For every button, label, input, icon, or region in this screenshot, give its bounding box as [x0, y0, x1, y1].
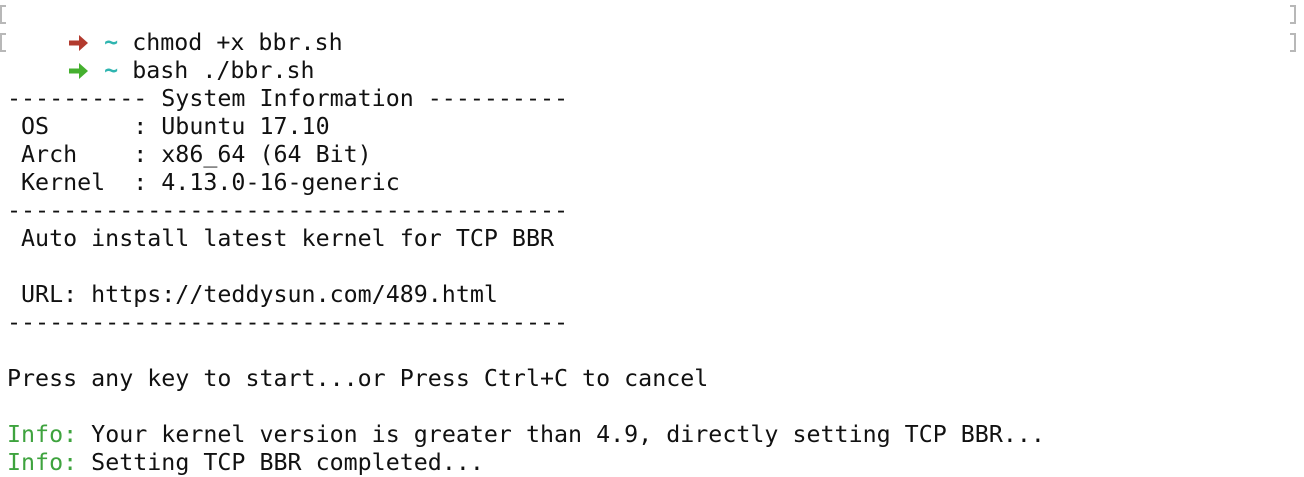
prompt-line-2: ~ bash ./bbr.sh [7, 29, 315, 84]
auto-install-line: Auto install latest kernel for TCP BBR [7, 225, 555, 252]
info-text: Setting TCP BBR completed... [77, 449, 484, 476]
mark-bracket-left [0, 5, 6, 24]
info-line-2: Info: Setting TCP BBR completed... [7, 449, 484, 477]
url-line: URL: https://teddysun.com/489.html [7, 281, 498, 308]
separator-line: ---------------------------------------- [7, 309, 569, 336]
info-text: Your kernel version is greater than 4.9,… [77, 421, 1045, 448]
prompt-tilde: ~ [104, 57, 119, 84]
info-line-1: Info: Your kernel version is greater tha… [7, 421, 1045, 449]
press-key-line: Press any key to start...or Press Ctrl+C… [7, 365, 709, 392]
mark-bracket-right [1290, 33, 1296, 52]
terminal-window[interactable]: ~ chmod +x bbr.sh ~ bash ./bbr.sh ------… [0, 0, 1304, 476]
separator-line: ---------------------------------------- [7, 197, 569, 224]
sysinfo-header: ---------- System Information ---------- [7, 85, 569, 112]
kernel-line: Kernel : 4.13.0-16-generic [7, 169, 400, 196]
info-label: Info: [7, 421, 78, 448]
info-label: Info: [7, 449, 78, 476]
prompt-arrow-green-icon [69, 63, 89, 79]
mark-bracket-left [0, 33, 6, 52]
os-line: OS : Ubuntu 17.10 [7, 113, 330, 140]
mark-bracket-right [1290, 5, 1296, 24]
arch-line: Arch : x86_64 (64 Bit) [7, 141, 372, 168]
prompt-line-1: ~ chmod +x bbr.sh [7, 1, 343, 56]
command-text: bash ./bbr.sh [132, 57, 315, 84]
